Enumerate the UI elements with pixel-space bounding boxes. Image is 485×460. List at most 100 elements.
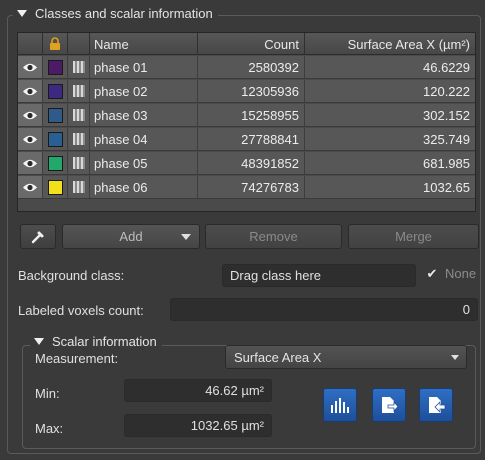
class-color-swatch[interactable] [43,104,68,126]
histogram-button[interactable] [323,388,357,422]
merge-button[interactable]: Merge [348,224,479,249]
header-area[interactable]: Surface Area X (µm²) [305,33,475,55]
pattern-cell[interactable] [68,152,90,174]
class-surface-area: 325.749 [423,131,470,147]
class-surface-area: 120.222 [423,83,470,99]
class-count: 15258955 [198,104,305,126]
export-alt-icon [429,397,446,413]
background-class-dropzone[interactable]: Drag class here [222,264,416,287]
none-checkbox[interactable]: ✔ None [425,265,477,282]
measurement-select[interactable]: Surface Area X [225,345,467,369]
class-name[interactable]: phase 01 [90,56,198,78]
visibility-eye-icon [23,87,37,95]
table-row[interactable]: phase 02 12305936 120.222 [18,80,475,103]
pattern-icon [71,156,86,170]
visibility-toggle[interactable] [18,152,43,174]
visibility-eye-icon [23,183,37,191]
pattern-icon [71,180,86,194]
class-surface-area: 46.6229 [423,59,470,75]
header-pattern[interactable] [68,33,90,55]
color-swatch [47,131,63,147]
max-label: Max: [35,421,64,436]
eyedropper-icon [31,231,44,243]
color-swatch [47,83,63,99]
visibility-toggle[interactable] [18,104,43,126]
header-visibility[interactable] [18,33,43,55]
collapse-triangle-icon[interactable] [17,10,27,17]
visibility-toggle[interactable] [18,128,43,150]
remove-button[interactable]: Remove [205,224,342,249]
visibility-toggle[interactable] [18,80,43,102]
min-label: Min: [35,386,60,401]
lock-icon [50,37,60,50]
class-name[interactable]: phase 03 [90,104,198,126]
pattern-icon [71,132,86,146]
visibility-eye-icon [23,111,37,119]
pattern-cell[interactable] [68,128,90,150]
color-swatch [47,155,63,171]
pattern-cell[interactable] [68,176,90,198]
export-button[interactable] [372,388,406,422]
export-alt-button[interactable] [419,388,453,422]
export-icon [382,397,399,413]
pattern-cell[interactable] [68,80,90,102]
visibility-toggle[interactable] [18,56,43,78]
dropdown-arrow-icon[interactable] [181,234,191,240]
checkmark-icon: ✔ [426,265,438,281]
class-color-swatch[interactable] [43,152,68,174]
visibility-eye-icon [23,63,37,71]
color-swatch [47,107,63,123]
pattern-icon [71,84,86,98]
table-row[interactable]: phase 03 15258955 302.152 [18,104,475,127]
pattern-icon [71,108,86,122]
pattern-cell[interactable] [68,56,90,78]
class-surface-area: 1032.65 [423,179,470,195]
scalar-info-header[interactable]: Scalar information [30,333,162,349]
class-count: 27788841 [198,128,305,150]
table-row[interactable]: phase 05 48391852 681.985 [18,152,475,175]
class-count: 74276783 [198,176,305,198]
visibility-eye-icon [23,135,37,143]
table-row[interactable]: phase 06 74276783 1032.65 [18,176,475,199]
class-name[interactable]: phase 05 [90,152,198,174]
none-label: None [445,266,477,281]
chevron-down-icon [451,355,459,360]
class-surface-area: 681.985 [423,155,470,171]
visibility-eye-icon [23,159,37,167]
color-swatch [47,179,63,195]
header-lock[interactable] [43,33,68,55]
header-count[interactable]: Count [198,33,305,55]
measurement-label: Measurement: [35,351,119,366]
add-button[interactable]: Add [62,224,200,249]
class-count: 12305936 [198,80,305,102]
class-name[interactable]: phase 02 [90,80,198,102]
classes-panel-header[interactable]: Classes and scalar information [13,5,218,22]
class-color-swatch[interactable] [43,56,68,78]
class-name[interactable]: phase 04 [90,128,198,150]
class-color-swatch[interactable] [43,176,68,198]
color-swatch [47,59,63,75]
class-count: 2580392 [198,56,305,78]
max-value: 1032.65 µm² [124,414,272,437]
min-value: 46.62 µm² [124,379,272,402]
scalar-info-title: Scalar information [52,333,157,349]
eyedropper-button[interactable] [20,224,56,249]
background-class-label: Background class: [18,268,125,283]
table-row[interactable]: phase 01 2580392 46.6229 [18,56,475,79]
class-surface-area: 302.152 [423,107,470,123]
merge-button-label: Merge [395,229,432,244]
classes-panel-title: Classes and scalar information [35,6,213,21]
collapse-triangle-icon[interactable] [34,337,44,345]
pattern-cell[interactable] [68,104,90,126]
class-name[interactable]: phase 06 [90,176,198,198]
labeled-voxels-value: 0 [170,298,478,321]
class-color-swatch[interactable] [43,80,68,102]
measurement-value: Surface Area X [234,349,322,365]
header-name[interactable]: Name [90,33,198,55]
table-header: Name Count Surface Area X (µm²) [18,33,475,55]
table-row[interactable]: phase 04 27788841 325.749 [18,128,475,151]
class-count: 48391852 [198,152,305,174]
class-color-swatch[interactable] [43,128,68,150]
visibility-toggle[interactable] [18,176,43,198]
histogram-icon [331,398,349,413]
